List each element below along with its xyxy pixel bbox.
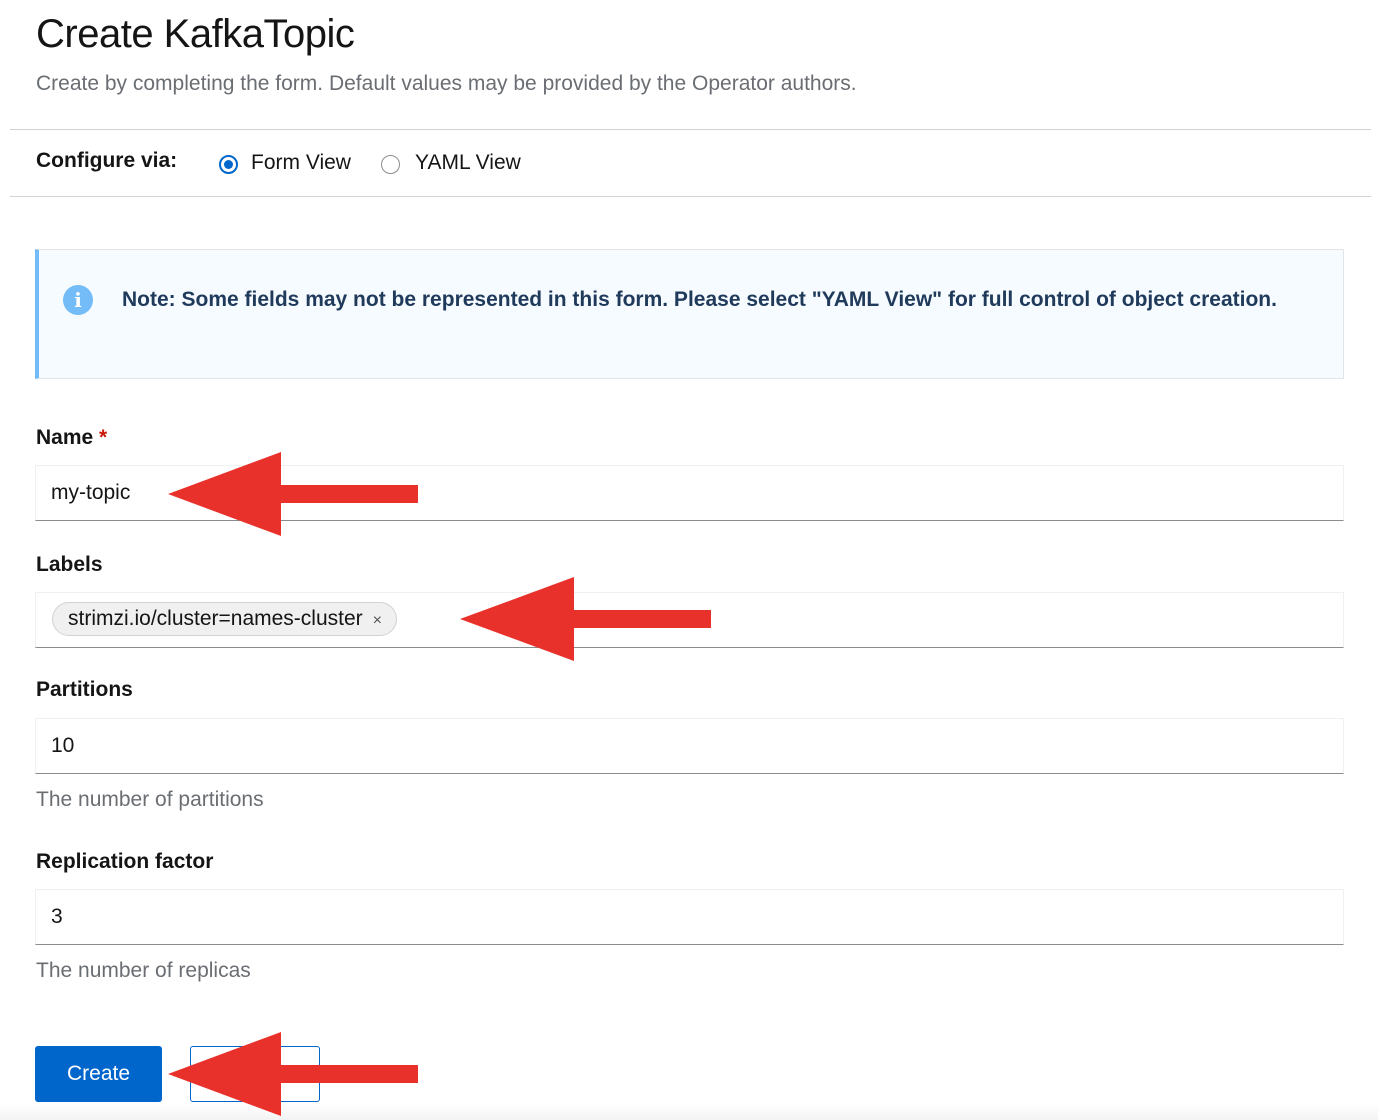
arrow-labels-field <box>460 577 711 661</box>
arrow-create-button <box>168 1032 418 1116</box>
annotation-arrows <box>168 452 711 1116</box>
arrow-name-field <box>168 452 418 536</box>
